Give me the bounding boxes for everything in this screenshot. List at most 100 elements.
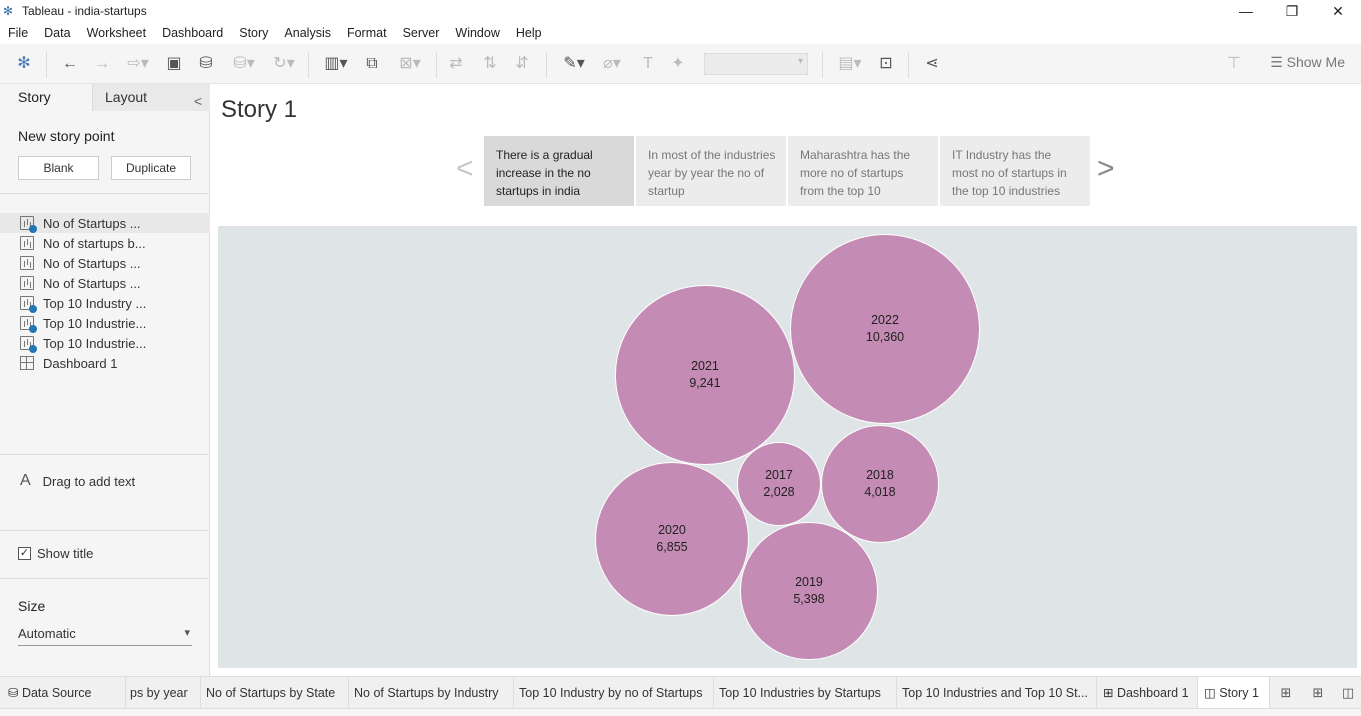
bubble-2021[interactable]: 2021 9,241	[615, 285, 795, 465]
tab-sheet[interactable]: Top 10 Industry by no of Startups	[514, 677, 714, 709]
new-worksheet-icon[interactable]: ▥▾	[318, 54, 354, 74]
clear-sheet-icon[interactable]: ⊠▾	[392, 54, 428, 74]
show-title-label: Show title	[37, 546, 94, 561]
menu-data[interactable]: Data	[44, 26, 70, 40]
sheet-item[interactable]: No of startups b...	[0, 233, 210, 253]
used-check-icon	[29, 305, 37, 313]
tab-sheet[interactable]: ps by year	[126, 677, 201, 709]
bubble-year-label: 2021	[691, 358, 719, 373]
bubble-2020[interactable]: 2020 6,855	[594, 461, 750, 617]
sheet-item[interactable]: No of Startups ...	[0, 213, 210, 233]
bubble-2019[interactable]: 2019 5,398	[740, 522, 878, 660]
tab-story-1[interactable]: ◫ Story 1	[1198, 677, 1270, 709]
bubble-2017[interactable]: 2017 2,028	[736, 441, 822, 527]
duplicate-button[interactable]: Duplicate	[111, 156, 191, 180]
tableau-home-icon[interactable]: ✻	[14, 54, 34, 74]
show-title-toggle[interactable]: ✓ Show title	[18, 546, 93, 561]
worksheet-icon	[20, 276, 34, 290]
tab-sheet[interactable]: No of Startups by State	[201, 677, 349, 709]
story-point-4[interactable]: IT Industry has the most no of startups …	[940, 136, 1090, 206]
new-data-source-icon[interactable]: ⛁	[196, 54, 216, 74]
bubble-value-label: 2,028	[763, 484, 795, 499]
menu-analysis[interactable]: Analysis	[284, 26, 331, 40]
tab-layout[interactable]: Layout <	[92, 84, 210, 111]
undo-icon[interactable]: ←	[60, 54, 80, 74]
previous-story-point-icon[interactable]: <	[456, 152, 474, 186]
sheet-item[interactable]: No of Startups ...	[0, 253, 210, 273]
sheet-item-label: Top 10 Industry ...	[43, 295, 147, 311]
menu-file[interactable]: File	[8, 26, 28, 40]
bubble-2022[interactable]: 2022 10,360	[790, 234, 980, 424]
highlight-icon[interactable]: ✎▾	[558, 54, 590, 74]
pause-updates-icon[interactable]: ⛁▾	[226, 54, 262, 74]
share-icon[interactable]: ⋖	[922, 54, 942, 74]
new-story-point-label: New story point	[18, 128, 115, 144]
story-title[interactable]: Story 1	[221, 96, 297, 124]
close-icon[interactable]: ✕	[1315, 0, 1361, 22]
tab-sheet[interactable]: No of Startups by Industry	[349, 677, 514, 709]
sheet-item[interactable]: Dashboard 1	[0, 353, 210, 373]
sheet-item[interactable]: Top 10 Industry ...	[0, 293, 210, 313]
tableau-logo-icon: ✻	[3, 4, 14, 18]
sort-ascending-icon[interactable]: ⇅	[480, 54, 500, 74]
swap-icon[interactable]: ⇄	[446, 54, 466, 74]
menu-story[interactable]: Story	[239, 26, 268, 40]
sheet-item[interactable]: Top 10 Industrie...	[0, 313, 210, 333]
tab-sheet[interactable]: Top 10 Industries by Startups	[714, 677, 897, 709]
story-point-1[interactable]: There is a gradual increase in the no st…	[484, 136, 634, 206]
show-title-checkbox[interactable]: ✓	[18, 547, 31, 560]
blank-button[interactable]: Blank	[18, 156, 99, 180]
replay-icon[interactable]: ⇨▾	[120, 54, 156, 74]
size-dropdown[interactable]: Automatic	[18, 626, 192, 646]
redo-icon[interactable]: →	[92, 54, 112, 74]
sheet-item[interactable]: Top 10 Industrie...	[0, 333, 210, 353]
drag-to-add-text[interactable]: A Drag to add text	[20, 472, 135, 490]
bubble-value-label: 6,855	[656, 539, 688, 554]
new-worksheet-tab-icon[interactable]: ⊞	[1278, 685, 1294, 701]
sheet-item[interactable]: No of Startups ...	[0, 273, 210, 293]
duplicate-sheet-icon[interactable]: ⧉	[362, 54, 382, 74]
show-me-button[interactable]: ☰ Show Me	[1270, 54, 1345, 71]
menu-window[interactable]: Window	[455, 26, 499, 40]
menu-server[interactable]: Server	[403, 26, 440, 40]
tab-story[interactable]: Story	[0, 84, 92, 111]
new-story-tab-icon[interactable]: ◫	[1340, 685, 1356, 701]
restore-icon[interactable]: ❐	[1269, 0, 1315, 22]
fit-dropdown[interactable]	[704, 53, 808, 75]
bubble-value-label: 9,241	[689, 375, 721, 390]
refresh-icon[interactable]: ↻▾	[266, 54, 302, 74]
menu-worksheet[interactable]: Worksheet	[87, 26, 147, 40]
show-mark-labels-icon[interactable]: T	[638, 54, 658, 74]
worksheet-icon	[20, 216, 37, 233]
menu-format[interactable]: Format	[347, 26, 387, 40]
used-check-icon	[29, 345, 37, 353]
bubble-year-label: 2022	[871, 313, 899, 327]
next-story-point-icon[interactable]: >	[1097, 152, 1115, 186]
bubble-year-label: 2019	[795, 574, 823, 589]
worksheet-icon	[20, 236, 34, 250]
presentation-mode-icon[interactable]: ⊡	[876, 54, 896, 74]
menu-help[interactable]: Help	[516, 26, 542, 40]
show-cards-icon[interactable]: ▤▾	[834, 54, 866, 74]
fix-axes-icon[interactable]: ✦	[668, 54, 688, 74]
story-point-2[interactable]: In most of the industries year by year t…	[636, 136, 786, 206]
tab-sheet[interactable]: Top 10 Industries and Top 10 St...	[897, 677, 1097, 709]
show-me-label: Show Me	[1286, 54, 1345, 70]
new-dashboard-tab-icon[interactable]: ⊞	[1310, 685, 1326, 701]
sheet-item-label: No of Startups ...	[43, 255, 141, 271]
sheet-item-label: Top 10 Industrie...	[43, 315, 147, 331]
bubble-value-label: 10,360	[865, 330, 905, 344]
tab-dashboard-1[interactable]: ⊞ Dashboard 1	[1097, 677, 1198, 709]
tab-data-source[interactable]: ⛁ Data Source	[0, 677, 126, 709]
sheet-item-label: No of Startups ...	[43, 215, 141, 231]
minimize-icon[interactable]: —	[1223, 0, 1269, 22]
menu-dashboard[interactable]: Dashboard	[162, 26, 223, 40]
collapse-pane-icon[interactable]: <	[194, 88, 202, 115]
sort-descending-icon[interactable]: ⇵	[512, 54, 532, 74]
bubble-2018[interactable]: 2018 4,018	[820, 424, 940, 544]
size-label: Size	[18, 598, 46, 614]
group-members-icon[interactable]: ⌀▾	[596, 54, 628, 74]
save-icon[interactable]: ▣	[164, 54, 184, 74]
format-painter-icon[interactable]: ⊤	[1224, 54, 1244, 74]
story-point-3[interactable]: Maharashtra has the more no of startups …	[788, 136, 938, 206]
